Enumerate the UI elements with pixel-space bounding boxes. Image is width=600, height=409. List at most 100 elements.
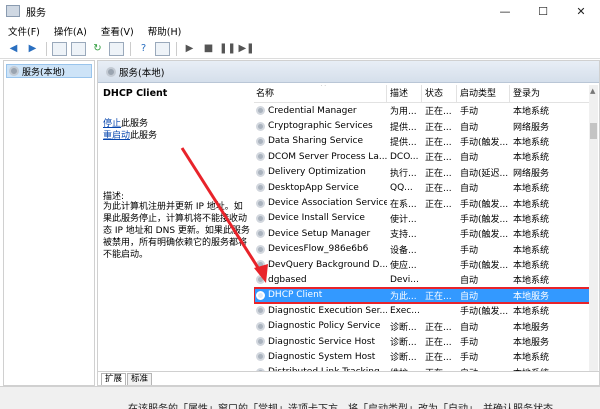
scroll-thumb[interactable] [590,123,597,139]
cell-logon: 本地服务 [513,291,550,302]
play-icon[interactable]: ▶ [182,42,197,56]
cell-name: Credential Manager [254,106,387,116]
cell-name: Diagnostic Service Host [254,337,387,347]
cell-desc: 为用... [390,107,417,118]
cell-status: 正在... [425,122,452,133]
table-row[interactable]: DevQuery Background D... 使应... 手动(触发... 本地系… [254,257,590,272]
menu-action[interactable]: 操作(A) [54,24,87,38]
cell-logon: 本地系统 [513,276,550,287]
cell-logon: 本地系统 [513,214,550,225]
cell-startup: 手动(触发... [460,137,509,148]
cell-logon: 本地系统 [513,153,550,164]
table-row[interactable]: Diagnostic Service Host 诊断... 正在... 手动 本地服务 [254,334,590,349]
cell-startup: 自动 [460,153,479,164]
cell-status: 正在... [425,168,452,179]
selected-service-name: DHCP Client [103,88,168,99]
cell-status: 正在... [425,291,452,302]
vertical-scrollbar[interactable]: ▲ [589,85,598,371]
help-icon[interactable]: ? [136,42,151,56]
export-icon[interactable] [71,41,86,56]
restart-service-link[interactable]: 重启动 [103,131,130,141]
table-row[interactable]: DesktopApp Service QQ... 正在... 自动 本地系统 [254,180,590,195]
cell-name: DesktopApp Service [254,183,387,193]
service-gear-icon [256,198,265,208]
cell-desc: Exec... [390,305,420,316]
service-name: Diagnostic System Host [268,351,376,362]
cell-logon: 本地系统 [513,230,550,241]
menu-file[interactable]: 文件(F) [8,24,40,38]
service-gear-icon [256,260,265,270]
table-row[interactable]: Cryptographic Services 提供... 正在... 自动 网络服务 [254,118,590,133]
table-row[interactable]: DevicesFlow_986e6b6 设备... 手动 本地系统 [254,242,590,257]
list-header: ^ 名称 描述 状态 启动类型 登录为 [254,85,590,103]
service-gear-icon [256,136,265,146]
service-name: Cryptographic Services [268,121,373,132]
cell-status: 正在... [425,322,452,333]
table-row[interactable]: Data Sharing Service 提供... 正在... 手动(触发... 本地… [254,134,590,149]
console-tree: 服务(本地) [3,60,95,386]
scroll-up-icon[interactable]: ▲ [590,87,595,95]
table-row[interactable]: Device Association Service 在系... 正在... 手动(触… [254,195,590,210]
table-row[interactable]: Diagnostic System Host 诊断... 正在... 手动 本地系统 [254,349,590,364]
column-header-startup[interactable]: 启动类型 [457,85,510,103]
cell-name: DCOM Server Process La... [254,152,387,162]
properties-icon[interactable] [155,41,170,56]
table-row[interactable]: Diagnostic Policy Service 诊断... 正在... 自动 本地服… [254,318,590,333]
column-header-status[interactable]: 状态 [422,85,457,103]
pane-header-title: 服务(本地) [119,67,165,79]
close-button[interactable]: ✕ [562,0,600,22]
table-row-selected[interactable]: DHCP Client 为此... 正在... 自动 本地服务 [254,286,590,305]
list-icon[interactable] [109,41,124,56]
tree-item-local-services[interactable]: 服务(本地) [6,64,92,78]
service-gear-icon [256,152,265,162]
services-app-icon [6,5,20,17]
cell-logon: 本地系统 [513,199,550,210]
cell-logon: 本地系统 [513,184,550,195]
service-name: Data Sharing Service [268,136,364,147]
table-row[interactable]: DCOM Server Process La... DCO... 正在... 自动 本地… [254,149,590,164]
cell-startup: 手动 [460,338,479,349]
table-row[interactable]: Device Setup Manager 支持... 手动(触发... 本地系统 [254,226,590,241]
column-header-logon[interactable]: 登录为 [510,85,590,103]
cell-desc: 在系... [390,199,417,210]
restart-icon[interactable]: ▶❚ [238,42,254,56]
back-arrow-icon[interactable]: ◀ [6,42,21,56]
table-row[interactable]: Diagnostic Execution Ser... Exec... 手动(触发.… [254,303,590,318]
service-name: Device Setup Manager [268,228,371,239]
table-row[interactable]: Device Install Service 使计... 手动(触发... 本地系统 [254,211,590,226]
stop-icon[interactable]: ■ [201,42,216,56]
view-icon[interactable] [52,41,67,56]
view-tabs: 扩展 标准 [98,371,599,385]
toolbar-separator [176,41,177,56]
toolbar-separator [130,41,131,56]
pause-icon[interactable]: ❚❚ [219,42,236,56]
table-row[interactable]: Delivery Optimization 执行... 正在... 自动(延迟... 网… [254,165,590,180]
cell-startup: 手动(触发... [460,261,509,272]
maximize-button[interactable]: ☐ [524,0,562,22]
tab-extended[interactable]: 扩展 [101,373,127,385]
cell-name: Diagnostic System Host [254,352,387,362]
tab-standard[interactable]: 标准 [127,373,153,385]
service-name: Delivery Optimization [268,167,366,178]
window-title: 服务 [26,7,46,19]
refresh-icon[interactable]: ↻ [90,42,105,56]
cell-name: Device Association Service [254,198,387,208]
cell-startup: 自动 [460,122,479,133]
minimize-button[interactable]: — [486,0,524,22]
cell-status: 正在... [425,107,452,118]
column-header-desc[interactable]: 描述 [387,85,422,103]
service-name: dgbased [268,274,307,285]
table-row[interactable]: dgbased Devi... 自动 本地系统 [254,272,590,287]
menu-view[interactable]: 查看(V) [101,24,134,38]
table-row[interactable]: Credential Manager 为用... 正在... 手动 本地系统 [254,103,590,118]
cell-desc: QQ... [390,182,413,193]
cell-desc: 诊断... [390,322,417,333]
cell-status: 正在... [425,137,452,148]
cell-startup: 自动 [460,291,479,302]
cell-name: Data Sharing Service [254,136,387,146]
cell-name: Diagnostic Policy Service [254,321,387,331]
menu-help[interactable]: 帮助(H) [148,24,182,38]
list-body: Credential Manager 为用... 正在... 手动 本地系统 Crypto… [254,103,590,371]
cell-logon: 本地系统 [513,245,550,256]
forward-arrow-icon[interactable]: ▶ [25,42,40,56]
